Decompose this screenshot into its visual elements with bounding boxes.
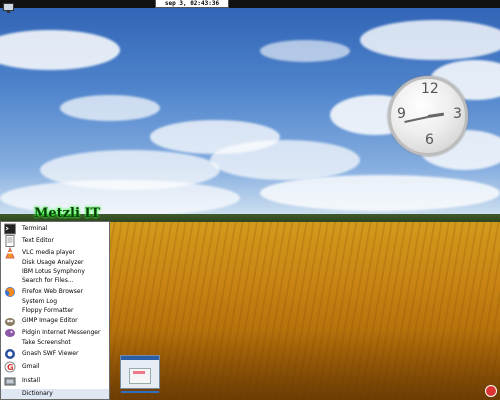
menu-item-terminal[interactable]: Terminal [1, 223, 109, 235]
menu-item-label: GIMP Image Editor [22, 317, 78, 324]
terminal-icon [4, 223, 16, 235]
menu-item-gmail[interactable]: G Gmail [1, 361, 109, 373]
menu-item-install[interactable]: Install [1, 376, 109, 386]
menu-item-floppy-formatter[interactable]: Floppy Formatter [1, 306, 109, 316]
taskbar-window-thumbnail[interactable] [120, 355, 160, 389]
desktop-brand-label: Metzli IT [34, 206, 101, 221]
clock-number-6: 6 [425, 132, 434, 148]
text-editor-icon [5, 235, 15, 247]
monitor-icon[interactable] [3, 3, 14, 14]
menu-item-label: Floppy Formatter [22, 307, 74, 314]
menu-item-label: Dictionary [22, 390, 53, 397]
thumbnail-titlebar [121, 356, 159, 360]
menu-item-firefox[interactable]: Firefox Web Browser [1, 287, 109, 297]
svg-text:G: G [7, 363, 14, 372]
menu-item-label: Gnash SWF Viewer [22, 350, 79, 357]
gimp-icon [5, 318, 15, 326]
menu-item-text-editor[interactable]: Text Editor [1, 235, 109, 247]
clock-number-9: 9 [397, 106, 406, 122]
menu-item-label: Search for Files... [22, 277, 74, 284]
menu-item-gnash[interactable]: Gnash SWF Viewer [1, 349, 109, 359]
menu-item-label: Terminal [22, 225, 48, 232]
analog-clock: 12 3 6 9 [388, 76, 468, 156]
menu-item-label: Pidgin Internet Messenger [22, 329, 101, 336]
tray-shield-icon[interactable] [485, 385, 497, 397]
menu-item-label: Firefox Web Browser [22, 288, 84, 295]
menu-item-search-files[interactable]: Search for Files... [1, 276, 109, 286]
panel-clock[interactable]: sep 3, 02:43:36 [155, 0, 229, 8]
gmail-icon: G [4, 361, 16, 373]
minute-hand [404, 116, 429, 123]
menu-item-label: VLC media player [22, 249, 76, 256]
menu-item-label: Take Screenshot [22, 339, 71, 346]
thumbnail-accent [133, 371, 145, 374]
menu-item-pidgin[interactable]: Pidgin Internet Messenger [1, 328, 109, 338]
top-panel [0, 0, 500, 8]
active-task-indicator [121, 391, 159, 393]
menu-item-dictionary[interactable]: Dictionary [1, 389, 109, 399]
menu-item-label: Gmail [22, 363, 40, 370]
hour-hand [427, 112, 445, 118]
menu-item-label: Text Editor [22, 237, 54, 244]
clock-number-12: 12 [421, 81, 439, 97]
menu-item-take-screenshot[interactable]: Take Screenshot [1, 338, 109, 348]
applications-menu: Terminal Text Editor VLC media player Di… [0, 221, 110, 400]
install-icon [4, 377, 16, 386]
gnash-icon [5, 349, 15, 359]
menu-item-vlc[interactable]: VLC media player [1, 247, 109, 259]
menu-item-label: Install [22, 377, 41, 384]
menu-item-gimp[interactable]: GIMP Image Editor [1, 316, 109, 326]
clock-number-3: 3 [453, 106, 462, 122]
